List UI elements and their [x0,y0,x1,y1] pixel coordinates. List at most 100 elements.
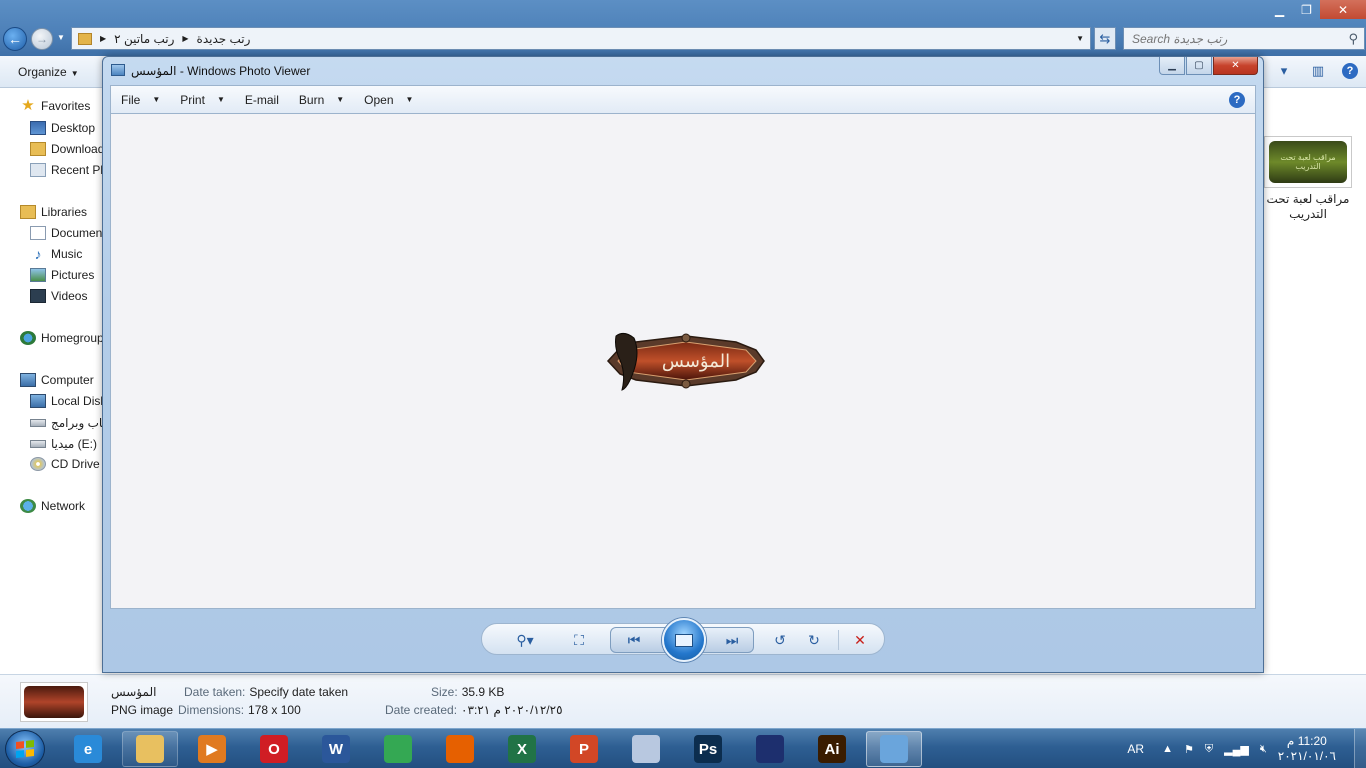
breadcrumb-item[interactable]: رتب جديدة [197,32,251,46]
date-taken-value[interactable]: Specify date taken [249,685,348,699]
windows-logo-icon [16,740,34,758]
rotate-clockwise-button[interactable]: ↻ [802,630,826,650]
nav-pictures[interactable]: Pictures [30,268,94,282]
nav-label: Libraries [41,205,88,219]
show-hidden-icons-icon[interactable]: ▲ [1162,743,1173,755]
volume-muted-icon[interactable]: 🔇︎ [1260,743,1267,756]
word-icon: W [322,735,350,763]
previous-button[interactable]: ⏮ [617,630,651,650]
chevron-right-icon[interactable]: ▶ [100,34,106,43]
nav-homegroup[interactable]: Homegroup [20,331,103,345]
nav-label: Music [51,247,83,261]
taskbar-app-word[interactable]: W [308,731,364,767]
desktop-icon [30,121,46,135]
taskbar-app-illustrator[interactable]: Ai [804,731,860,767]
start-button[interactable] [5,730,45,768]
actual-size-button[interactable]: ⛶ [566,630,592,650]
chevron-down-icon[interactable]: ▾ [1274,62,1294,80]
help-icon[interactable]: ? [1229,92,1245,108]
divider [838,630,839,650]
network-signal-icon[interactable]: ▂▄▆ [1224,743,1249,756]
nav-local-disk[interactable]: Local Disk [30,394,103,408]
nav-network[interactable]: Network [20,499,85,513]
chevron-right-icon[interactable]: ▶ [182,34,188,43]
viewer-maximize-button[interactable]: ▢ [1186,57,1212,75]
explorer-restore-button[interactable]: ❐ [1293,0,1320,19]
taskbar-app-opera[interactable]: O [246,731,302,767]
taskbar-app-excel[interactable]: X [494,731,550,767]
language-indicator[interactable]: AR [1127,742,1144,756]
viewer-minimize-button[interactable]: ▁ [1159,57,1185,75]
firefox-icon [446,735,474,763]
nav-desktop[interactable]: Desktop [30,121,95,135]
explorer-minimize-button[interactable]: ▁ [1266,0,1293,19]
details-dimensions: Dimensions: 178 x 100 [178,703,301,717]
recent-pages-dropdown[interactable]: ▼ [57,33,65,42]
image-canvas[interactable]: المؤسس [110,114,1256,609]
search-input[interactable] [1132,31,1332,46]
taskbar-app-media-player[interactable]: ▶ [184,731,240,767]
viewer-close-button[interactable]: ✕ [1213,57,1258,75]
skip-previous-icon: ⏮ [627,631,641,648]
menu-burn[interactable]: Burn ▼ [299,93,344,107]
slideshow-button[interactable] [662,618,706,662]
security-icon[interactable]: ⛨ [1205,743,1213,756]
file-thumbnail[interactable]: مراقب لعبة تحت التدريب [1264,136,1352,188]
file-item[interactable]: مراقب لعبة تحت التدريب مراقب لعبة تحت ال… [1262,136,1354,222]
address-bar[interactable]: ▶ رتب ماتين ٢ ▶ رتب جديدة ▼ [71,27,1091,50]
menu-open[interactable]: Open ▼ [364,93,413,107]
taskbar-app-file-explorer[interactable] [122,731,178,767]
refresh-button[interactable]: ⇆ [1094,27,1116,50]
nav-libraries[interactable]: Libraries [20,205,87,219]
clock-date: ٢٠٢١/٠١/٠٦ [1277,749,1336,763]
search-box[interactable]: ⚲ [1123,27,1365,50]
logo-segment [26,740,34,748]
viewer-control-bar: ⚲▾ ⛶ ⏮ ⏭ ↺ ↻ ✕ [481,618,885,662]
forward-button[interactable]: → [31,28,53,50]
chevron-down-icon[interactable]: ▼ [1076,34,1084,43]
menu-print[interactable]: Print ▼ [180,93,225,107]
nav-cd-drive[interactable]: CD Drive [30,457,100,471]
taskbar-app-paint[interactable] [618,731,674,767]
action-center-flag-icon[interactable]: ⚑ [1184,743,1194,756]
viewer-caption-buttons: ▁ ▢ ✕ [1159,57,1258,75]
downloads-folder-icon [30,142,46,156]
arrow-right-icon: → [36,32,48,46]
taskbar-app-photo-viewer[interactable] [866,731,922,767]
zoom-button[interactable]: ⚲▾ [508,630,542,650]
search-icon[interactable]: ⚲ [1348,31,1358,47]
taskbar-app-chrome[interactable] [370,731,426,767]
nav-favorites[interactable]: ★ Favorites [20,98,90,113]
explorer-close-button[interactable]: ✕ [1320,0,1366,19]
fit-window-icon: ⛶ [574,631,584,648]
menu-file[interactable]: File ▼ [121,93,160,107]
clock[interactable]: 11:20 م ٢٠٢١/٠١/٠٦ [1278,734,1336,764]
rotate-counterclockwise-button[interactable]: ↺ [768,630,792,650]
taskbar-app-photoshop[interactable]: Ps [680,731,736,767]
show-desktop-button[interactable] [1354,729,1366,768]
menu-email[interactable]: E-mail [245,93,279,107]
preview-pane-icon[interactable]: ▥ [1308,62,1328,80]
back-button[interactable]: ← [3,27,27,51]
taskbar-app-firefox[interactable] [432,731,488,767]
taskbar-app-internet-explorer[interactable]: e [60,731,116,767]
taskbar-app-eye-app[interactable] [742,731,798,767]
drive-icon [30,440,46,448]
taskbar-app-powerpoint[interactable]: P [556,731,612,767]
nav-label: Recent Places [51,163,103,177]
recent-places-icon [30,163,46,177]
nav-videos[interactable]: Videos [30,289,87,303]
nav-computer[interactable]: Computer [20,373,94,387]
help-icon[interactable]: ? [1342,63,1358,79]
nav-recent-places[interactable]: Recent Places [30,163,103,177]
details-thumbnail [20,682,88,722]
nav-downloads[interactable]: Downloads [30,142,103,156]
organize-button[interactable]: Organize ▼ [18,65,79,79]
breadcrumb-item[interactable]: رتب ماتين ٢ [114,32,174,46]
nav-documents[interactable]: Documents [30,226,103,240]
nav-media-drive[interactable]: ميديا (E:) [30,437,97,451]
next-button[interactable]: ⏭ [715,630,749,650]
nav-games-drive[interactable]: العاب وبرامج [30,416,103,430]
nav-music[interactable]: ♪ Music [30,247,83,261]
delete-button[interactable]: ✕ [848,630,872,650]
